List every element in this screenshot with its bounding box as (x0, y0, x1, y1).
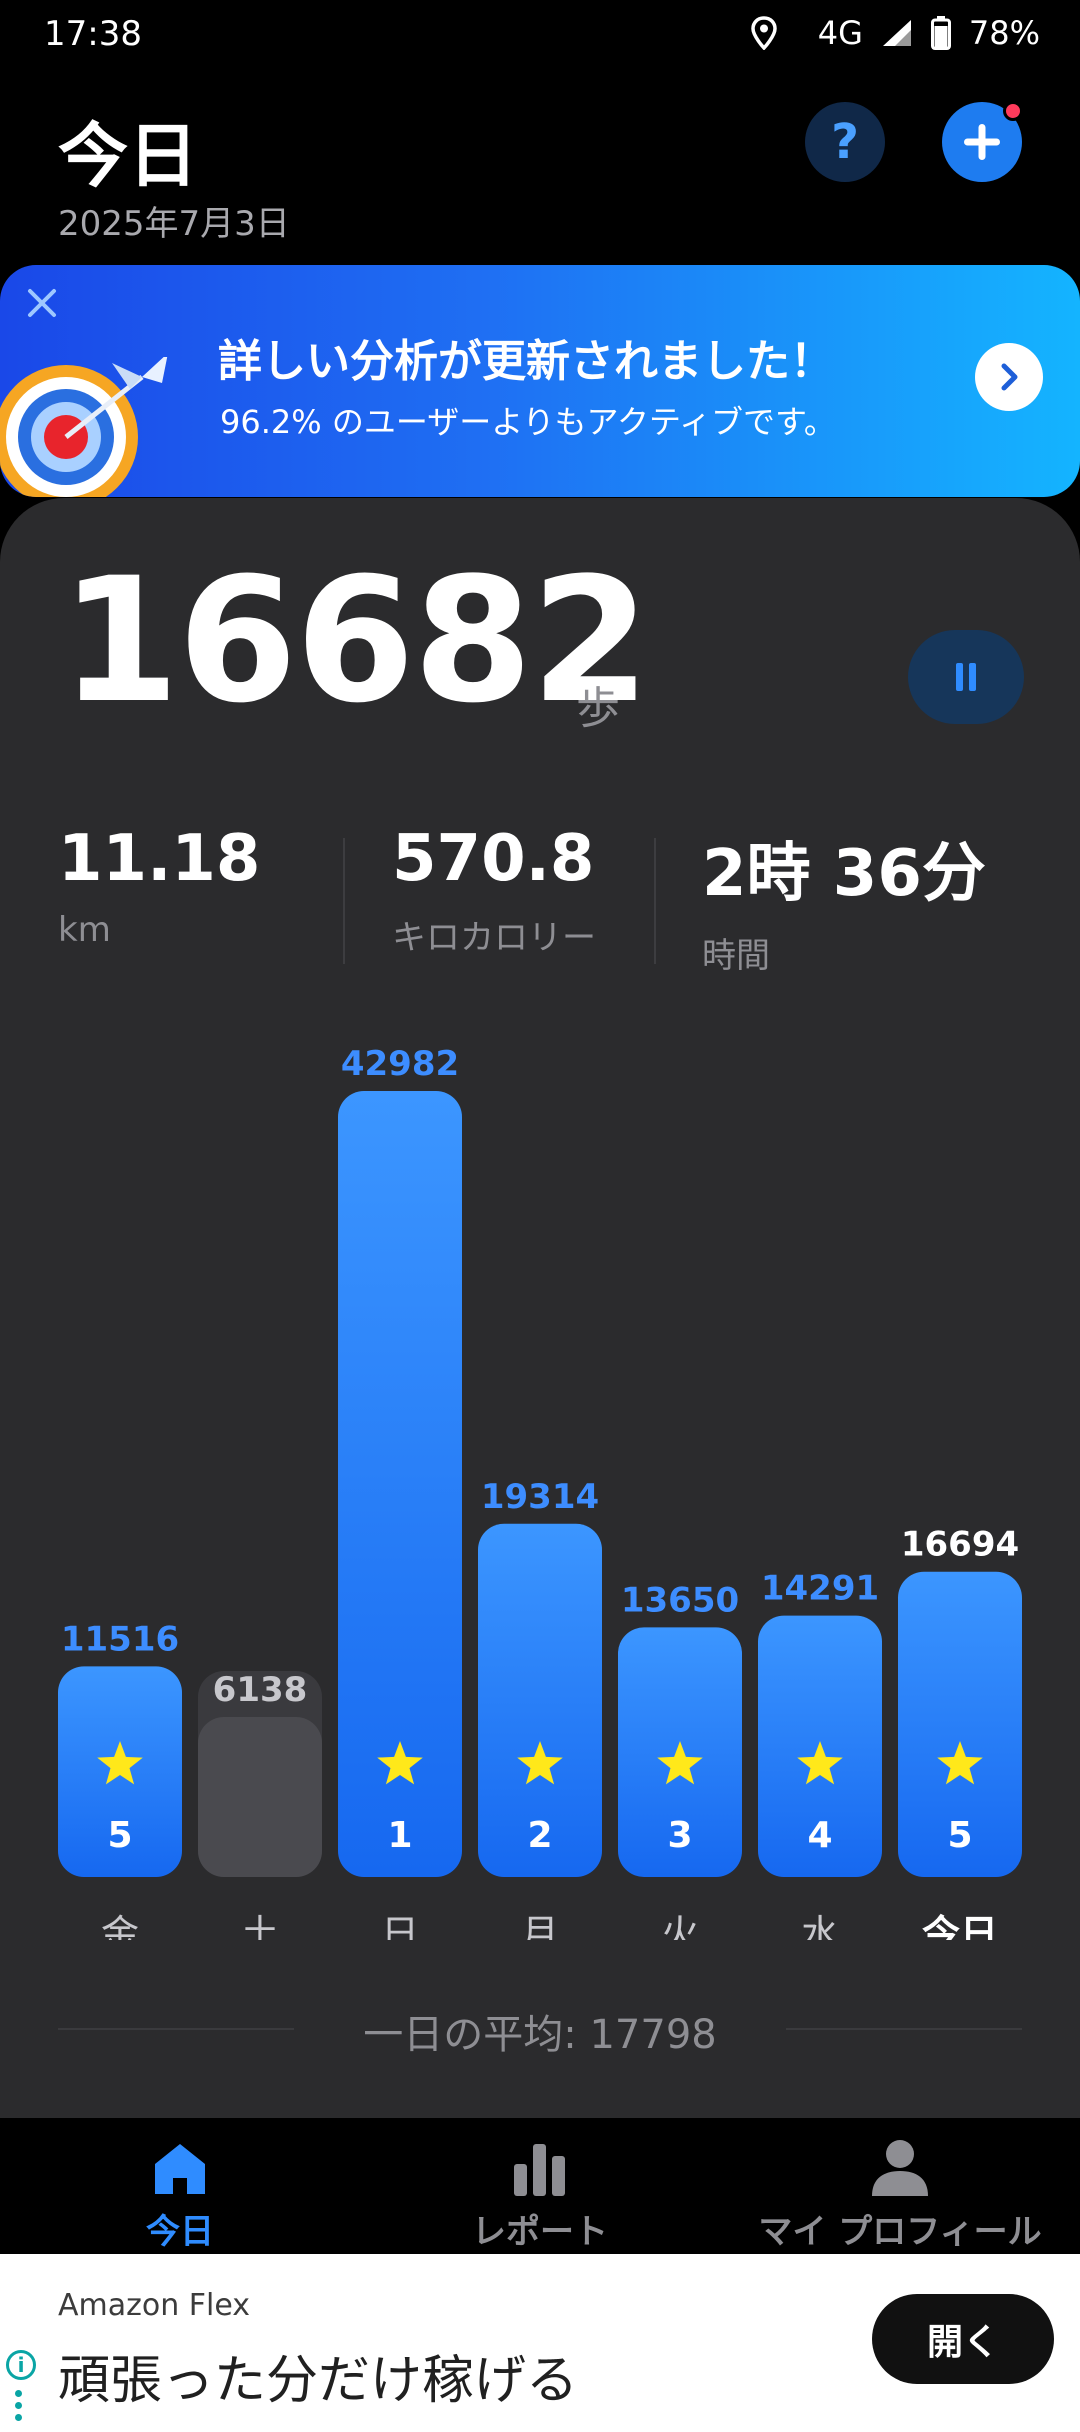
bar (198, 1717, 322, 1877)
bar-value-label: 19314 (481, 1477, 599, 1517)
banner-subtitle: 96.2% のユーザーよりもアクティブです。 (220, 403, 836, 441)
help-button[interactable]: ? (805, 102, 885, 182)
analysis-banner[interactable]: 詳しい分析が更新されました！ 96.2% のユーザーよりもアクティブです。 (0, 265, 1080, 497)
bar-chart: 11516 5 金 6138 土 42982 1 日 19314 2 月 13650 3 火 14291 4 水… (58, 1044, 1022, 1940)
bar-value-label: 14291 (761, 1569, 879, 1609)
distance-label: km (58, 910, 111, 950)
nav-item-today[interactable]: 今日 (0, 2132, 360, 2253)
notification-dot (1003, 101, 1023, 121)
bar-category-label: 土 (241, 1912, 279, 1940)
ad-info-icon[interactable]: i (6, 2350, 36, 2380)
ad-open-button[interactable]: 開く (872, 2294, 1054, 2384)
bar-value-label: 16694 (901, 1525, 1019, 1565)
signal-icon (881, 18, 913, 48)
bar-value-label: 6138 (213, 1670, 308, 1710)
bar-rank-label: 1 (387, 1815, 412, 1856)
page-date: 2025年7月3日 (58, 204, 290, 244)
time-value: 2時 36分 (702, 837, 986, 911)
bar-value-label: 11516 (61, 1619, 179, 1659)
nav-item-profile[interactable]: マイ プロフィール (720, 2132, 1080, 2253)
distance-stat: 11.18 km (58, 822, 260, 950)
pause-icon (956, 663, 976, 691)
ad-menu-icon[interactable] (15, 2390, 23, 2426)
status-bar: 17:38 4G 78% (0, 0, 1080, 80)
bar-rank-label: 3 (667, 1815, 692, 1856)
bottom-navigation: 今日 レポート マイ プロフィール (0, 2118, 1080, 2254)
status-icons: 4G 78% (750, 14, 1040, 52)
page-title: 今日 (58, 115, 198, 197)
stat-divider (654, 838, 656, 964)
plus-icon (964, 124, 1000, 160)
pause-button[interactable] (908, 630, 1024, 724)
help-icon: ? (831, 114, 859, 170)
banner-open-button[interactable] (975, 343, 1043, 411)
battery-icon (930, 16, 951, 50)
bar-category-label: 水 (801, 1912, 839, 1940)
nav-label-today: 今日 (146, 2212, 214, 2252)
bar-value-label: 42982 (341, 1044, 459, 1084)
close-icon[interactable] (22, 283, 62, 323)
person-icon (872, 2140, 928, 2196)
status-time: 17:38 (44, 14, 142, 54)
bar-chart-icon (514, 2144, 565, 2196)
bar-category-label: 今日 (922, 1912, 998, 1940)
bar-rank-label: 5 (107, 1815, 132, 1856)
distance-value: 11.18 (58, 822, 261, 896)
daily-average: 一日の平均: 17798 (0, 2002, 1080, 2060)
network-type: 4G (817, 14, 863, 52)
calories-stat: 570.8 キロカロリー (392, 822, 596, 959)
time-stat: 2時 36分 時間 (702, 822, 986, 977)
step-unit: 歩 (576, 683, 620, 734)
time-label: 時間 (702, 936, 770, 976)
weekly-steps-chart: 11516 5 金 6138 土 42982 1 日 19314 2 月 13650 3 火 14291 4 水… (0, 1040, 1080, 1940)
ad-brand: Amazon Flex (58, 2288, 251, 2323)
banner-title: 詳しい分析が更新されました！ (218, 336, 834, 387)
location-icon (750, 16, 778, 50)
calories-label: キロカロリー (392, 918, 596, 958)
nav-item-report[interactable]: レポート (360, 2132, 720, 2253)
calories-value: 570.8 (392, 822, 595, 896)
chevron-right-icon (1001, 363, 1018, 391)
bar-rank-label: 4 (807, 1815, 832, 1856)
nav-label-profile: マイ プロフィール (758, 2212, 1042, 2252)
home-icon (155, 2144, 205, 2194)
bar-rank-label: 5 (947, 1815, 972, 1856)
target-icon (0, 357, 168, 497)
daily-average-text: 一日の平均: 17798 (341, 2012, 739, 2058)
battery-percent: 78% (968, 14, 1040, 52)
step-count: 16682 (60, 540, 650, 741)
nav-label-report: レポート (472, 2212, 608, 2252)
bar-category-label: 金 (101, 1912, 139, 1940)
bar-category-label: 火 (661, 1912, 699, 1940)
bar-category-label: 月 (521, 1912, 559, 1940)
ad-headline: 頑張った分だけ稼げる (58, 2351, 579, 2411)
bar-value-label: 13650 (621, 1580, 739, 1620)
ad-banner[interactable]: i Amazon Flex 頑張った分だけ稼げる 開く (0, 2254, 1080, 2432)
bar-category-label: 日 (381, 1912, 419, 1940)
stat-divider (343, 838, 345, 964)
bar-rank-label: 2 (527, 1815, 552, 1856)
